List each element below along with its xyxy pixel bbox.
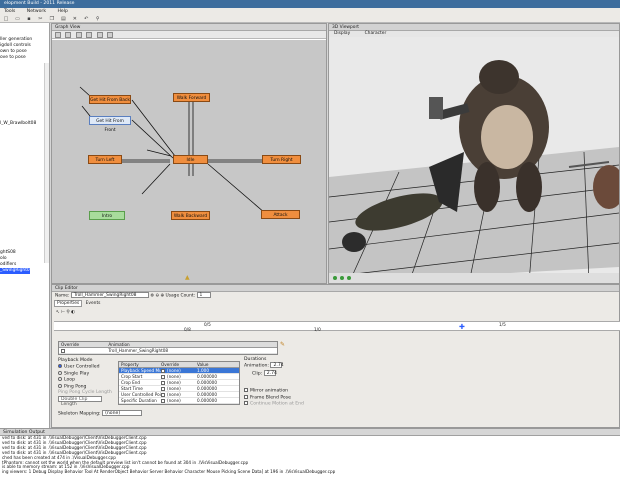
select-tool-icon[interactable]: ↖ xyxy=(56,310,60,315)
magnify-icon[interactable]: ⚲ xyxy=(66,310,69,315)
back-icon[interactable] xyxy=(55,32,61,38)
menu-network[interactable]: Network xyxy=(27,9,46,14)
ruler-tick: 0/5 xyxy=(204,322,211,327)
ruler-tick: 0/8 xyxy=(184,327,191,332)
clip-tabs: Properties Events xyxy=(52,300,619,308)
tab-character[interactable]: Character xyxy=(365,31,387,36)
playback-mode-label: Playback Mode xyxy=(58,358,93,363)
node-get-hit-from-front[interactable]: Get Hit From Front xyxy=(89,116,131,133)
continue-motion-checkbox[interactable]: Continue Motion at End xyxy=(244,401,304,408)
undo-icon[interactable]: ↶ xyxy=(83,16,89,22)
graph-view-panel: Graph View Get Hit From Back Get Hit Fro… xyxy=(51,23,327,284)
node-get-hit-from-back[interactable]: Get Hit From Back xyxy=(89,95,131,104)
node-attack[interactable]: Attack xyxy=(261,210,300,219)
forward-icon[interactable] xyxy=(65,32,72,38)
left-scrollbar[interactable] xyxy=(44,63,49,263)
usage-count-field: 1 xyxy=(196,292,211,298)
graph-canvas[interactable]: Get Hit From Back Get Hit From Front Wal… xyxy=(52,40,326,283)
node-turn-right[interactable]: Turn Right xyxy=(262,155,301,164)
clip-name-row: Name: Troll_Hammer_SwingRight08 ⊗ ⊖ ⊕ Us… xyxy=(52,292,619,300)
clip-nav-icons[interactable]: ⊗ ⊖ ⊕ xyxy=(150,294,165,299)
animation-value: Troll_Hammer_SwingRight08 xyxy=(108,348,169,353)
skeleton-mapping-row: Skeleton Mapping: (none) xyxy=(58,410,143,418)
node-walk-forward[interactable]: Walk Forward xyxy=(173,93,210,102)
open-icon[interactable]: ▭ xyxy=(14,16,20,22)
step-icon[interactable] xyxy=(340,276,344,280)
graph-toolbar xyxy=(52,31,326,39)
clip-name-field[interactable]: Troll_Hammer_SwingRight08 xyxy=(70,292,149,298)
range-tool-icon[interactable]: ⊢ xyxy=(61,310,65,315)
animation-header: Animation xyxy=(108,342,130,347)
animation-duration-value: 2.74 xyxy=(270,362,284,368)
fit-timeline-icon[interactable]: ◐ xyxy=(71,310,75,315)
simulation-output-panel: Simulation Output ved to disk: at 431 in… xyxy=(0,428,620,480)
viewport-scene[interactable] xyxy=(329,37,619,283)
viewport-title: 3D Viewport xyxy=(329,24,619,31)
tree-item[interactable]: l_W_Brawlbolt08 xyxy=(0,121,36,127)
tree-item[interactable]: ove to pose xyxy=(0,55,26,61)
value-header: Value xyxy=(197,362,209,367)
tab-events[interactable]: Events xyxy=(84,301,103,306)
new-icon[interactable]: □ xyxy=(3,16,9,22)
animation-table: Override Animation Troll_Hammer_SwingRig… xyxy=(58,341,278,355)
layout-icon[interactable] xyxy=(96,32,103,38)
tree-item-selected[interactable]: _SwingRight08 xyxy=(0,268,33,274)
node-idle[interactable]: Idle xyxy=(173,155,208,164)
property-row[interactable]: Specific Duration (none) 0.000000 xyxy=(119,398,239,404)
clip-editor-panel: Clip Editor Name: Troll_Hammer_SwingRigh… xyxy=(51,284,620,428)
left-panel: ller generation igdoll controls own to p… xyxy=(0,23,50,428)
save-icon[interactable]: ▪ xyxy=(26,16,32,22)
edit-animation-icon[interactable]: ✎ xyxy=(280,341,285,348)
window-title: elopment Build - 2011 Release xyxy=(0,0,620,8)
copy-icon[interactable]: ❐ xyxy=(49,16,55,22)
timeline-ruler[interactable]: 0/5 0/8 1/0 1/5 ✚ xyxy=(54,321,620,332)
durations-group: Durations Animation: 2.74 Clip: 2.74 xyxy=(244,357,294,377)
paste-icon[interactable]: ▤ xyxy=(60,16,66,22)
delete-icon[interactable]: ✕ xyxy=(72,16,78,22)
reset-icon[interactable] xyxy=(347,276,351,280)
menu-help[interactable]: Help xyxy=(57,9,67,14)
clip-options-group: Mirror animation Frame Blend Pose Contin… xyxy=(244,388,304,408)
tab-display[interactable]: Display xyxy=(334,31,350,36)
clip-editor-title: Clip Editor xyxy=(52,285,619,292)
animation-duration-label: Animation: xyxy=(244,363,269,369)
ruler-tick: 1/0 xyxy=(314,327,321,332)
properties-table: PropertyOverrideValue Playback Speed Mul… xyxy=(118,361,240,405)
override-value xyxy=(59,348,107,354)
graph-view-title: Graph View xyxy=(52,24,326,31)
usage-label: Usage Count: xyxy=(165,293,196,299)
scene-render xyxy=(329,37,619,283)
animation-row[interactable]: Troll_Hammer_SwingRight08 xyxy=(59,348,277,354)
playback-mode-group: Playback Mode User Controlled Single Pla… xyxy=(58,358,118,407)
skeleton-mapping-select[interactable]: (none) xyxy=(102,410,143,416)
tab-properties[interactable]: Properties xyxy=(54,300,83,307)
viewport-panel: 3D Viewport Display Character xyxy=(328,23,620,284)
menu-tools[interactable]: Tools xyxy=(4,9,15,14)
playhead-icon[interactable]: ✚ xyxy=(459,323,465,331)
clip-duration-label: Clip: xyxy=(252,371,263,376)
play-icon[interactable] xyxy=(333,276,337,280)
skeleton-mapping-label: Skeleton Mapping: xyxy=(58,411,101,417)
connect-icon[interactable]: ⚲ xyxy=(95,16,101,22)
clip-duration-value: 2.74 xyxy=(263,369,277,376)
ruler-tick: 1/5 xyxy=(499,322,506,327)
cut-icon[interactable]: ✂ xyxy=(37,16,43,22)
pingpong-length-select[interactable]: Double Clip Length xyxy=(58,396,102,407)
log-line: ing viewers: 1 Debug Display Behavior To… xyxy=(2,469,336,475)
zoom-icon[interactable] xyxy=(75,32,82,38)
collapse-arrow-icon[interactable]: ▲ xyxy=(185,274,190,281)
timeline-toolbar: ↖ ⊢ ⚲ ◐ xyxy=(52,309,619,317)
name-label: Name: xyxy=(55,293,70,299)
node-walk-backward[interactable]: Walk Backward xyxy=(171,211,210,220)
grid-icon[interactable] xyxy=(107,32,114,38)
menu-bar: Tools Network Help xyxy=(0,8,620,15)
fit-icon[interactable] xyxy=(86,32,93,38)
main-toolbar: □ ▭ ▪ ✂ ❐ ▤ ✕ ↶ ⚲ xyxy=(0,15,620,23)
node-turn-left[interactable]: Turn Left xyxy=(88,155,122,164)
node-intro[interactable]: Intro xyxy=(89,211,125,220)
